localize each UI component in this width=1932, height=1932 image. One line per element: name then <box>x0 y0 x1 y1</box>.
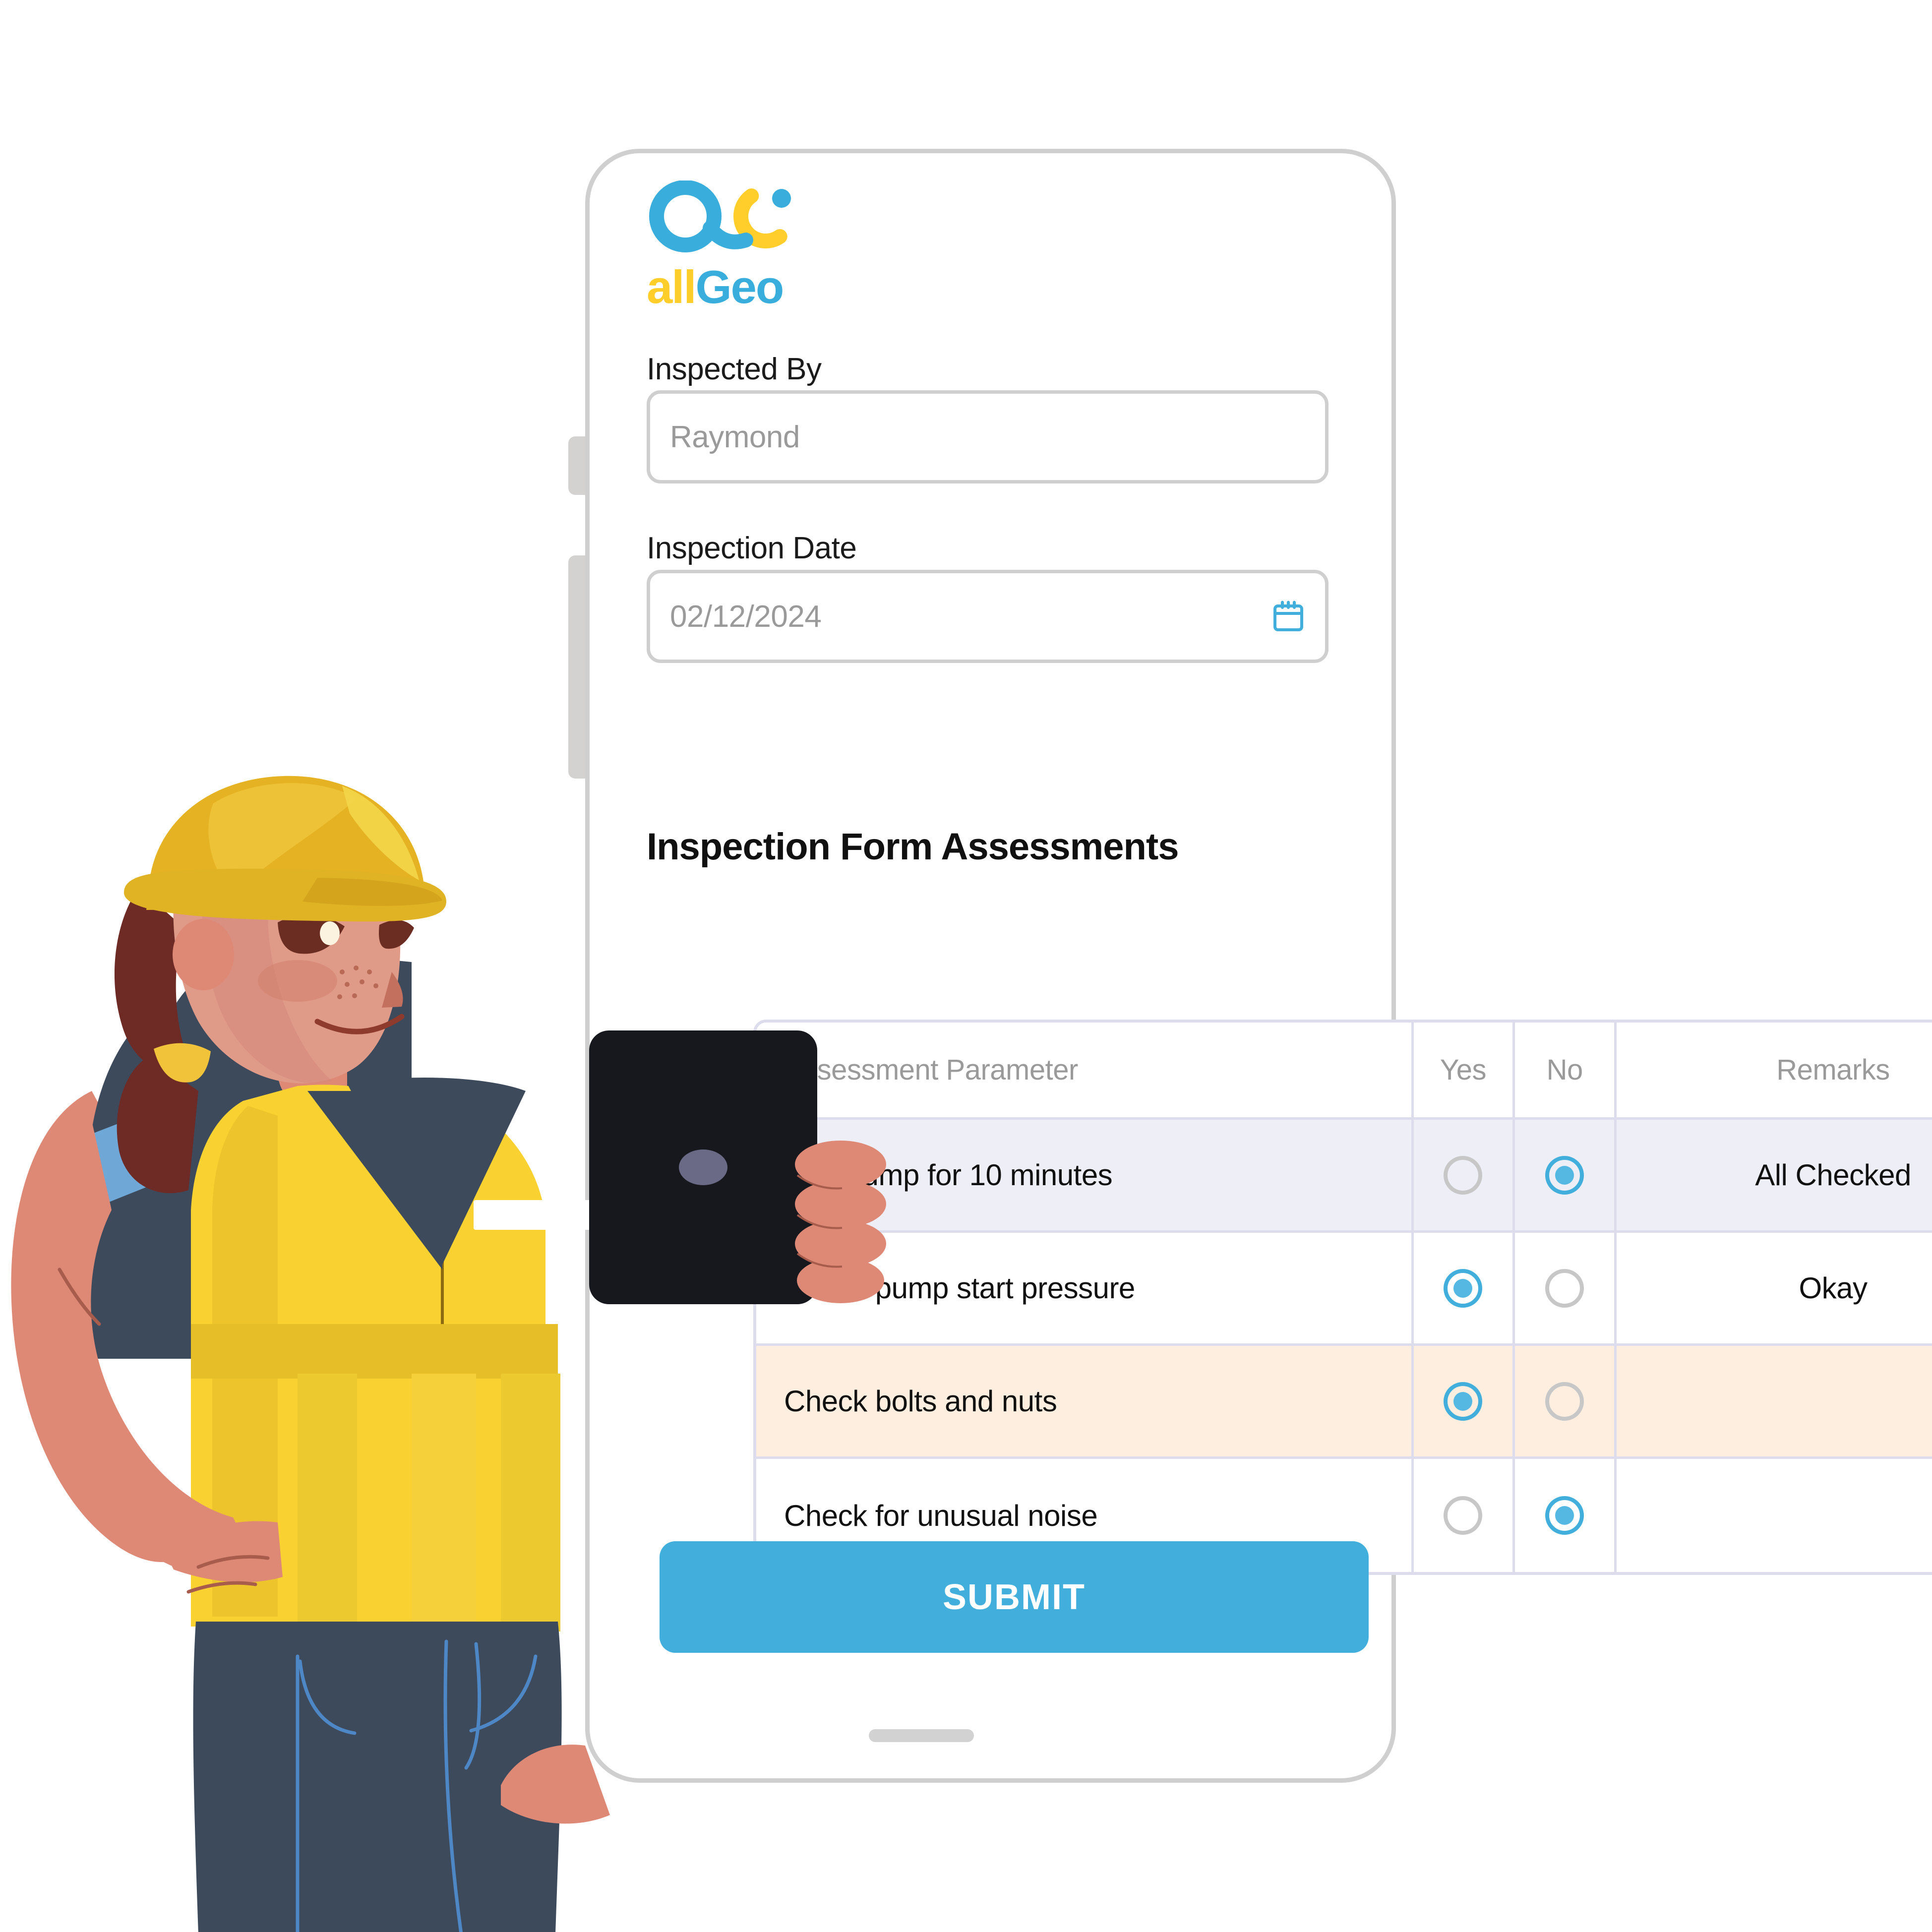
submit-button[interactable]: SUBMIT <box>660 1541 1369 1653</box>
radio-no[interactable] <box>1545 1155 1584 1195</box>
row-remarks: All Checked <box>1617 1120 1932 1233</box>
col-header-no: No <box>1515 1023 1617 1120</box>
radio-yes[interactable] <box>1444 1268 1483 1308</box>
assessments-table: Assessment Parameter Yes No Remarks Run … <box>753 1020 1932 1575</box>
logo-text-geo: Geo <box>695 261 785 313</box>
row-no-cell[interactable] <box>1515 1459 1617 1572</box>
col-header-remarks: Remarks <box>1617 1023 1932 1120</box>
row-remarks <box>1617 1346 1932 1459</box>
row-no-cell[interactable] <box>1515 1346 1617 1459</box>
app-logo: allGeo <box>647 180 810 319</box>
assessments-table-wrap: Assessment Parameter Yes No Remarks Run … <box>753 1020 1932 1575</box>
inspection-date-input[interactable]: 02/12/2024 <box>647 570 1328 663</box>
inspection-date-label: Inspection Date <box>647 531 857 565</box>
radio-no[interactable] <box>1545 1382 1584 1421</box>
inspected-by-input[interactable]: Raymond <box>647 390 1328 483</box>
row-remarks <box>1617 1459 1932 1572</box>
radio-yes[interactable] <box>1444 1382 1483 1421</box>
home-indicator[interactable] <box>869 1729 974 1742</box>
radio-no[interactable] <box>1545 1268 1584 1308</box>
table-row: Check bolts and nuts <box>756 1346 1932 1459</box>
row-parameter: Check bolts and nuts <box>756 1346 1414 1459</box>
table-row: Check pump start pressure Okay <box>756 1233 1932 1346</box>
allgeo-logo-mark <box>647 180 800 260</box>
worker-fingers <box>795 1141 886 1303</box>
infinity-circles-icon <box>649 180 791 252</box>
handheld-tablet <box>589 1030 817 1304</box>
row-yes-cell[interactable] <box>1413 1120 1515 1233</box>
logo-text-all: all <box>647 261 697 313</box>
table-header-row: Assessment Parameter Yes No Remarks <box>756 1023 1932 1120</box>
inspection-date-value: 02/12/2024 <box>670 599 822 634</box>
row-no-cell[interactable] <box>1515 1120 1617 1233</box>
section-title: Inspection Form Assessments <box>647 826 1179 868</box>
row-yes-cell[interactable] <box>1413 1346 1515 1459</box>
col-header-yes: Yes <box>1413 1023 1515 1120</box>
worker-svg <box>11 776 610 1932</box>
inspected-by-label: Inspected By <box>647 352 822 386</box>
row-no-cell[interactable] <box>1515 1233 1617 1346</box>
col-header-parameter: Assessment Parameter <box>756 1023 1414 1120</box>
inspected-by-value: Raymond <box>670 420 800 454</box>
row-remarks: Okay <box>1617 1233 1932 1346</box>
radio-yes[interactable] <box>1444 1496 1483 1535</box>
radio-yes[interactable] <box>1444 1155 1483 1195</box>
calendar-icon[interactable] <box>1270 599 1306 634</box>
screenshot-canvas: allGeo Inspected By Raymond Inspection D… <box>0 0 1932 1932</box>
tablet-camera-icon <box>679 1149 727 1185</box>
row-yes-cell[interactable] <box>1414 1459 1515 1572</box>
allgeo-wordmark: allGeo <box>647 261 785 313</box>
table-row: Run pump for 10 minutes All Checked <box>756 1120 1932 1233</box>
radio-no[interactable] <box>1545 1496 1584 1535</box>
field-worker-illustration <box>0 774 650 1932</box>
row-yes-cell[interactable] <box>1413 1233 1515 1346</box>
